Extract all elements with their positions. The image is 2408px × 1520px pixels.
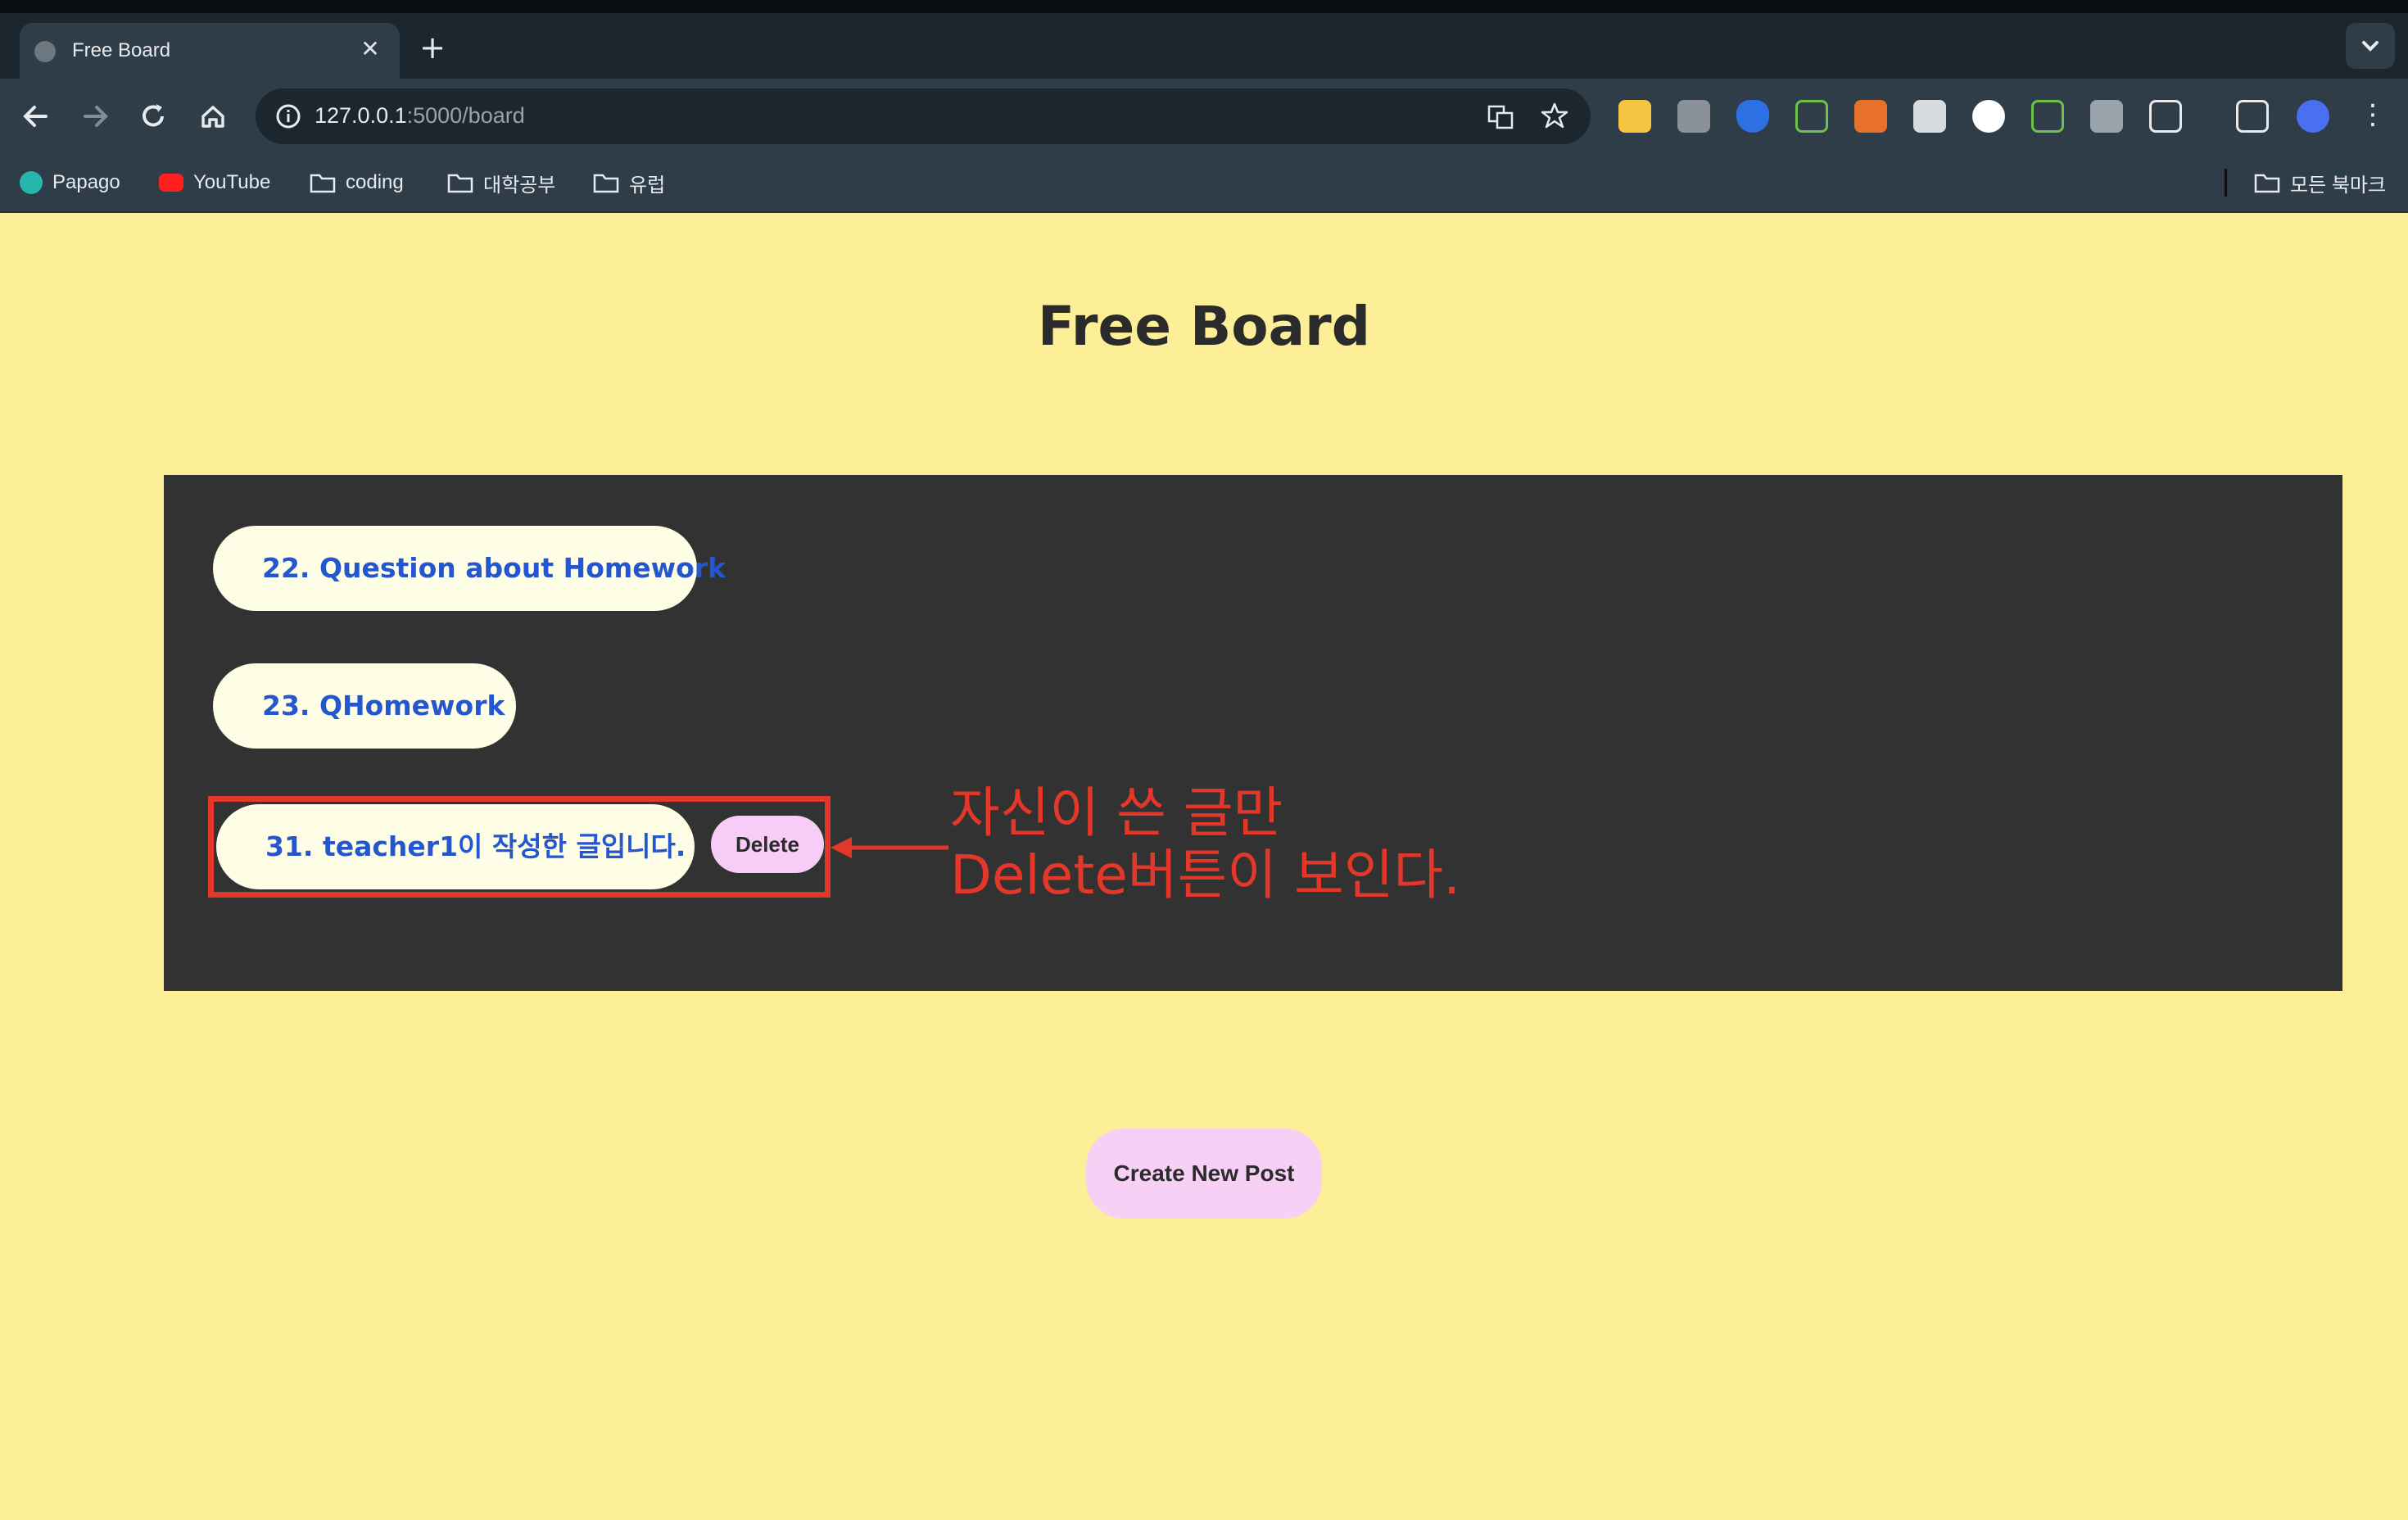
- more-menu-icon[interactable]: ⋮: [2359, 100, 2387, 133]
- tab-strip: Free Board ✕ +: [0, 13, 2408, 79]
- annotation-highlight-box: [208, 796, 831, 898]
- extension-shield-icon[interactable]: [1736, 100, 1769, 133]
- chevron-down-icon: [2362, 41, 2379, 52]
- papago-icon: [20, 171, 43, 194]
- bookmarks-divider: [2225, 169, 2227, 197]
- extension-card-icon[interactable]: [1795, 100, 1828, 133]
- address-bar[interactable]: 127.0.0.1:5000/board: [256, 88, 1591, 144]
- bookmark-folder-europe[interactable]: 유럽: [593, 169, 665, 197]
- annotation-text: 자신이 쓴 글만 Delete버튼이 보인다.: [950, 781, 1461, 907]
- close-tab-icon[interactable]: ✕: [355, 34, 385, 64]
- site-info-icon[interactable]: [272, 100, 305, 133]
- browser-toolbar: 127.0.0.1:5000/board ⋮: [0, 79, 2408, 154]
- window-top-edge: [0, 0, 2408, 13]
- folder-icon: [593, 174, 619, 193]
- post-item[interactable]: 23. QHomework: [213, 663, 516, 749]
- arrow-left-icon: [23, 106, 48, 127]
- profile-avatar[interactable]: [2297, 100, 2329, 133]
- bookmark-star-icon[interactable]: [1538, 100, 1571, 133]
- extension-note-icon[interactable]: [1618, 100, 1651, 133]
- url-text: 127.0.0.1:5000/board: [315, 103, 525, 128]
- tab-title: Free Board: [72, 39, 171, 61]
- all-bookmarks-folder[interactable]: 모든 북마크: [2254, 169, 2386, 197]
- arrow-right-icon: [84, 106, 108, 127]
- new-tab-button[interactable]: +: [416, 31, 449, 64]
- folder-icon: [447, 174, 473, 193]
- browser-tab[interactable]: Free Board ✕: [20, 23, 400, 79]
- youtube-icon: [159, 174, 183, 192]
- folder-icon: [310, 174, 336, 193]
- page-title: Free Board: [1038, 295, 1370, 358]
- extension-ex-icon[interactable]: [1854, 100, 1887, 133]
- reload-button[interactable]: [134, 97, 174, 136]
- back-button[interactable]: [16, 97, 56, 136]
- side-panel-icon[interactable]: [2236, 100, 2269, 133]
- annotation-arrow-icon: [831, 837, 948, 858]
- bookmarks-bar: Papago YouTube coding 대학공부 유럽 모든 북마크: [0, 154, 2408, 213]
- extension-play-icon[interactable]: [2031, 100, 2064, 133]
- reload-icon: [143, 104, 164, 127]
- extension-printer-icon[interactable]: [1913, 100, 1946, 133]
- bookmark-papago[interactable]: Papago: [20, 169, 120, 197]
- extension-record-icon[interactable]: [1972, 100, 2005, 133]
- home-button[interactable]: [193, 97, 233, 136]
- folder-icon: [2254, 174, 2280, 193]
- extensions-puzzle-icon[interactable]: [2149, 100, 2182, 133]
- forward-button[interactable]: [75, 97, 115, 136]
- tab-search-button[interactable]: [2346, 23, 2395, 69]
- post-item[interactable]: 22. Question about Homework: [213, 526, 726, 611]
- create-new-post-button[interactable]: Create New Post: [1086, 1129, 1322, 1219]
- bookmark-youtube[interactable]: YouTube: [159, 169, 270, 197]
- bookmark-folder-coding[interactable]: coding: [310, 169, 404, 197]
- bookmark-folder-university[interactable]: 대학공부: [447, 169, 555, 197]
- extension-pin-icon[interactable]: [2090, 100, 2123, 133]
- globe-icon: [34, 41, 56, 62]
- translate-icon[interactable]: [1484, 100, 1517, 133]
- home-icon: [201, 106, 224, 128]
- extension-camera-icon[interactable]: [1677, 100, 1710, 133]
